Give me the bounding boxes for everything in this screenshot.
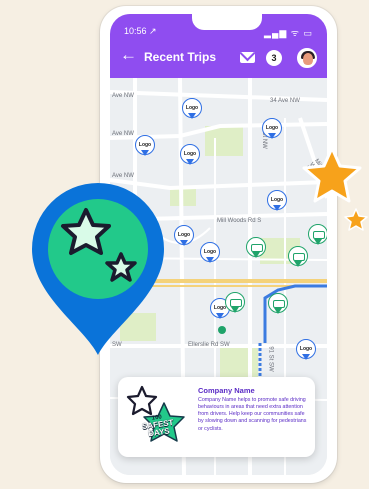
mail-icon[interactable]	[240, 52, 255, 63]
map-pin[interactable]: Logo	[262, 118, 282, 139]
map-pin[interactable]: Logo	[174, 225, 194, 246]
pin-tip	[141, 150, 149, 156]
road-label: 91 St SW	[267, 346, 274, 372]
status-system-icons: ▂▄▆ ᯤ ▭	[264, 28, 313, 38]
pin-tip	[180, 240, 188, 246]
pin-tip	[188, 113, 196, 119]
map-pin[interactable]: Logo	[267, 190, 287, 211]
road-label: 34 Ave NW	[270, 98, 300, 104]
road-label: Ellerslie Rd SW	[188, 342, 230, 348]
back-arrow-icon[interactable]: ←	[120, 45, 137, 65]
status-time: 10:56 ↗	[124, 26, 157, 36]
status-bar: 10:56 ↗ ▂▄▆ ᯤ ▭	[124, 26, 313, 38]
map-pin[interactable]: Logo	[296, 339, 316, 360]
small-orange-star-icon	[344, 208, 368, 231]
map-pin-green[interactable]	[268, 293, 288, 314]
pin-tip	[274, 308, 282, 314]
pin-tip	[216, 313, 224, 319]
road-label: Mill Woods Rd S	[217, 218, 262, 224]
map-pin[interactable]: Logo	[135, 135, 155, 156]
company-description: Company Name helps to promote safe drivi…	[198, 397, 307, 432]
pin-tip	[252, 252, 260, 258]
orange-star-icon	[302, 146, 362, 203]
map-pin-green[interactable]	[246, 237, 266, 258]
pin-tip	[273, 205, 281, 211]
app-header: 10:56 ↗ ▂▄▆ ᯤ ▭ ← Recent Trips 3	[110, 14, 327, 78]
notification-badge[interactable]: 3	[266, 50, 282, 66]
road-label: Ave NW	[112, 131, 134, 137]
pin-tip	[268, 133, 276, 139]
pin-tip	[314, 239, 322, 245]
road-label: Ave NW	[112, 93, 134, 99]
map-pin-green[interactable]	[308, 224, 327, 245]
map-pin[interactable]: Logo	[200, 242, 220, 263]
pin-tip	[186, 159, 194, 165]
pin-tip	[231, 307, 239, 313]
pin-tip	[302, 354, 310, 360]
pin-tip	[294, 261, 302, 267]
map-pin-green[interactable]	[225, 292, 245, 313]
company-card[interactable]: 100 SAFEST DAYS Company Name Company Nam…	[118, 377, 315, 457]
map-pin-green[interactable]	[288, 246, 308, 267]
avatar-face	[303, 53, 313, 65]
pin-tip	[206, 257, 214, 263]
page-title: Recent Trips	[144, 50, 217, 64]
map-pin[interactable]: Logo	[180, 144, 200, 165]
location-pin-stars-icon	[32, 183, 164, 355]
map-pin[interactable]: Logo	[182, 98, 202, 119]
company-name: Company Name	[198, 386, 255, 395]
avatar[interactable]	[297, 48, 317, 68]
nav-bar: ← Recent Trips 3	[120, 45, 317, 70]
